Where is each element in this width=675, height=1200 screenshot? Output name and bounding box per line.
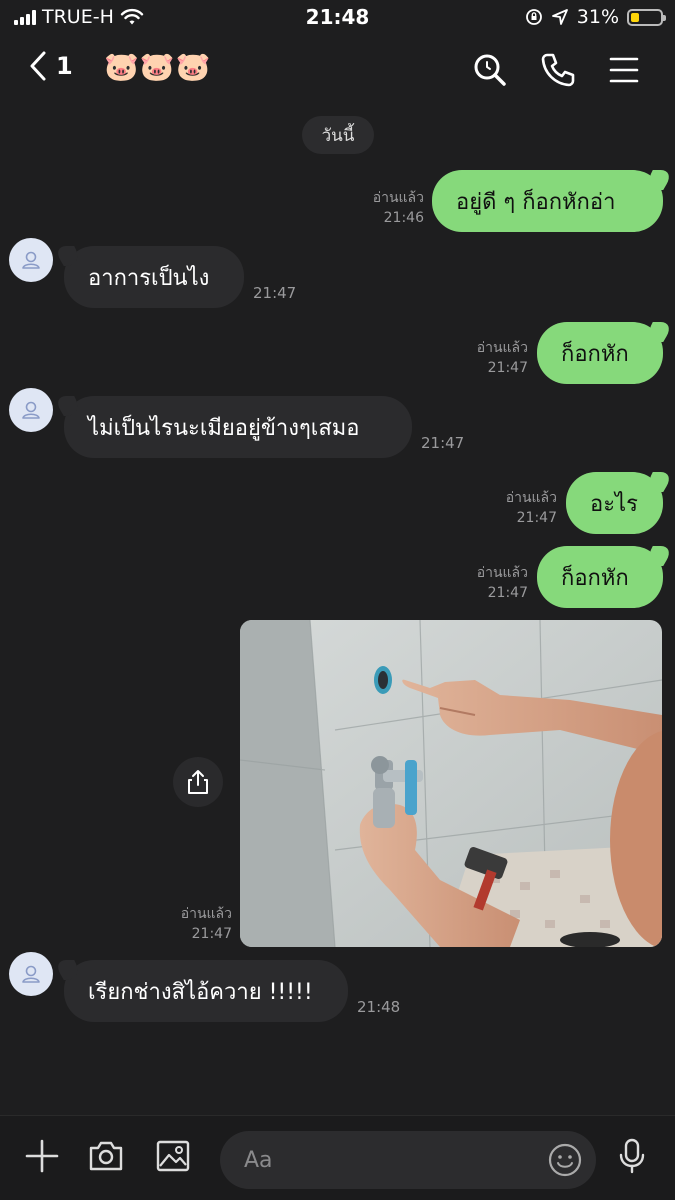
gallery-icon[interactable]: [153, 1136, 193, 1176]
read-receipt: อ่านแล้ว: [505, 490, 557, 506]
composer-bar: [0, 1115, 675, 1200]
message-meta: อ่านแล้ว 21:47: [181, 904, 232, 944]
message-input[interactable]: [244, 1131, 544, 1189]
battery-percent: 31%: [576, 6, 619, 28]
phone-icon[interactable]: [538, 50, 578, 90]
battery-icon: [627, 8, 666, 26]
message-meta: อ่านแล้ว 21:46: [373, 188, 424, 228]
menu-icon[interactable]: [604, 50, 644, 90]
outgoing-message[interactable]: ก็อกหัก: [537, 322, 663, 384]
message-list[interactable]: วันนี้ อ่านแล้ว 21:46 อยู่ดี ๆ ก็อกหักอ่…: [0, 100, 675, 1115]
back-button[interactable]: 1: [28, 50, 73, 82]
date-separator: วันนี้: [302, 116, 374, 154]
broken-faucet-photo: [240, 620, 662, 947]
incoming-message[interactable]: อาการเป็นไง: [64, 246, 244, 308]
message-time: 21:47: [487, 585, 528, 601]
user-icon: [22, 965, 40, 983]
outgoing-message[interactable]: อะไร: [566, 472, 663, 534]
location-icon: [551, 9, 568, 25]
chevron-left-icon: [30, 51, 46, 81]
message-meta: อ่านแล้ว 21:47: [506, 488, 557, 528]
read-receipt: อ่านแล้ว: [476, 340, 528, 356]
camera-icon[interactable]: [86, 1136, 126, 1176]
avatar[interactable]: [9, 952, 53, 996]
photo-message[interactable]: [240, 620, 662, 947]
read-receipt: อ่านแล้ว: [476, 565, 528, 581]
message-meta: อ่านแล้ว 21:47: [477, 563, 528, 603]
avatar[interactable]: [9, 388, 53, 432]
avatar[interactable]: [9, 238, 53, 282]
unread-count: 1: [56, 52, 73, 80]
incoming-message[interactable]: เรียกช่างสิไอ้ควาย !!!!!: [64, 960, 348, 1022]
orientation-lock-icon: [525, 9, 542, 25]
plus-icon[interactable]: [22, 1136, 62, 1176]
message-time: 21:47: [487, 360, 528, 376]
message-time: 21:48: [357, 998, 401, 1016]
outgoing-message[interactable]: อยู่ดี ๆ ก็อกหักอ่า: [432, 170, 663, 232]
search-icon[interactable]: [470, 50, 510, 90]
message-time: 21:47: [253, 284, 297, 302]
read-receipt: อ่านแล้ว: [180, 906, 232, 922]
emoji-icon[interactable]: [546, 1141, 584, 1179]
incoming-message[interactable]: ไม่เป็นไรนะเมียอยู่ข้างๆเสมอ: [64, 396, 412, 458]
outgoing-message[interactable]: ก็อกหัก: [537, 546, 663, 608]
user-icon: [22, 251, 40, 269]
message-input-wrapper: [220, 1131, 596, 1189]
message-time: 21:47: [516, 510, 557, 526]
message-time: 21:47: [191, 926, 232, 942]
message-time: 21:46: [383, 210, 424, 226]
message-time: 21:47: [421, 434, 465, 452]
chat-header: 1 🐷🐷🐷: [0, 40, 675, 100]
chat-title: 🐷🐷🐷: [104, 50, 212, 83]
share-icon: [188, 770, 208, 794]
status-bar: TRUE-H 21:48 31%: [0, 0, 675, 36]
share-button[interactable]: [173, 757, 223, 807]
message-meta: อ่านแล้ว 21:47: [477, 338, 528, 378]
read-receipt: อ่านแล้ว: [372, 190, 424, 206]
microphone-icon[interactable]: [612, 1136, 652, 1176]
user-icon: [22, 401, 40, 419]
